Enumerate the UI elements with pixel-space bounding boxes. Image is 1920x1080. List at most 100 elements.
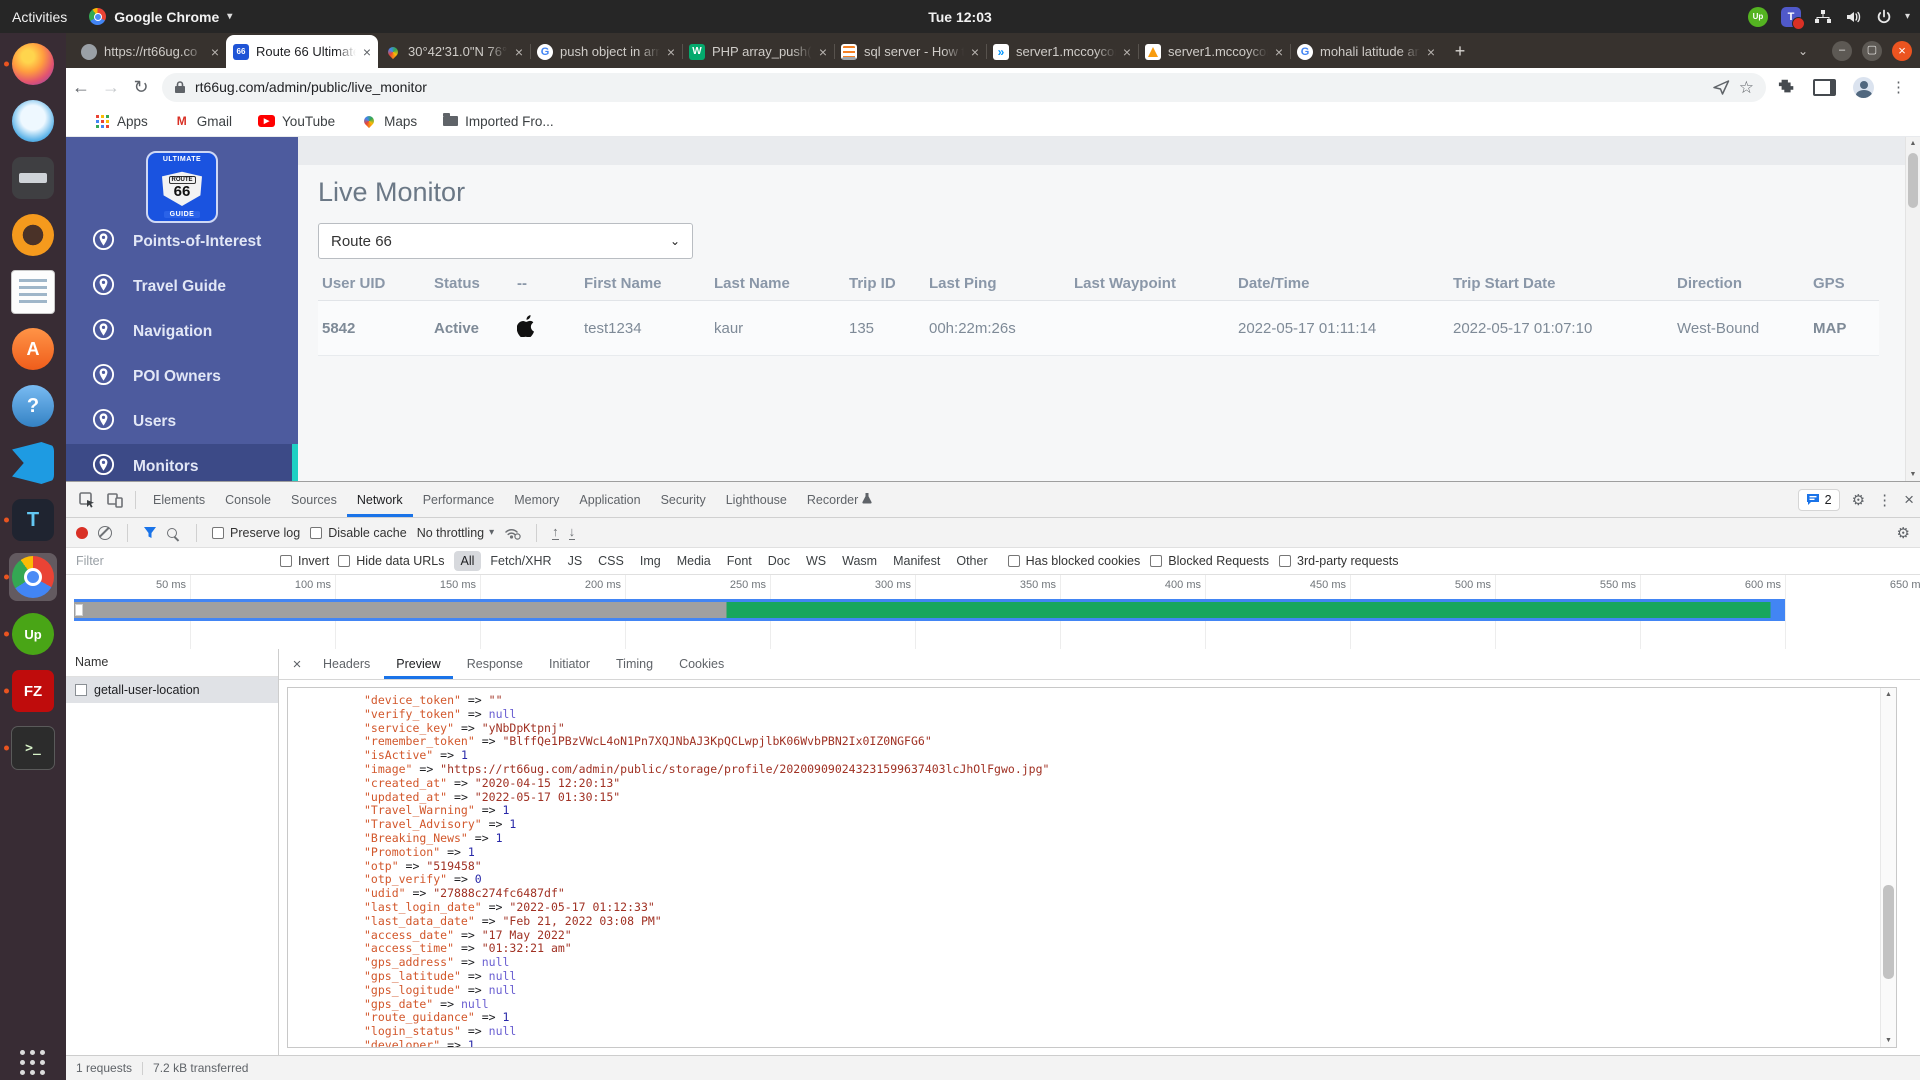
address-bar[interactable]: rt66ug.com/admin/public/live_monitor ☆ (162, 73, 1766, 102)
bookmark-gmail[interactable]: MGmail (174, 113, 232, 129)
devtools-tab-recorder[interactable]: Recorder (797, 482, 882, 517)
app-menu[interactable]: Google Chrome ▾ (89, 8, 232, 25)
bookmark-imported-fro-[interactable]: Imported Fro... (443, 114, 554, 129)
filter-checkbox--rd-party-requests[interactable]: 3rd-party requests (1279, 554, 1398, 568)
side-panel-icon[interactable] (1813, 79, 1836, 96)
chevron-down-icon[interactable]: ▾ (1905, 11, 1910, 22)
sidebar-item-poi-owners[interactable]: POI Owners (66, 354, 298, 399)
detail-tab-preview[interactable]: Preview (384, 649, 452, 679)
devtools-close-icon[interactable]: × (1904, 490, 1914, 510)
new-tab-button[interactable]: + (1446, 37, 1474, 65)
filter-funnel-icon[interactable] (143, 526, 157, 539)
bookmark-apps[interactable]: Apps (94, 113, 148, 129)
minimize-button[interactable]: – (1832, 41, 1852, 61)
filter-type-manifest[interactable]: Manifest (886, 551, 947, 571)
detail-tab-initiator[interactable]: Initiator (537, 649, 602, 679)
search-network-icon[interactable] (167, 528, 177, 538)
devtools-tab-lighthouse[interactable]: Lighthouse (716, 482, 797, 517)
photos-app-dock-icon[interactable] (2, 209, 64, 261)
devtools-settings-gear-icon[interactable]: ⚙ (1852, 491, 1865, 509)
browser-tab[interactable]: 66Route 66 Ultimate× (226, 35, 378, 68)
tab-close-icon[interactable]: × (363, 44, 371, 60)
devtools-tab-application[interactable]: Application (569, 482, 650, 517)
profile-avatar[interactable] (1853, 77, 1874, 98)
vscode-dock-icon[interactable] (2, 437, 64, 489)
devtools-menu-icon[interactable]: ⋮ (1877, 491, 1892, 509)
filter-type-all[interactable]: All (454, 551, 482, 571)
sidebar-item-points-of-interest[interactable]: Points-of-Interest (66, 219, 298, 264)
import-har-icon[interactable]: ↑ (552, 525, 559, 540)
sidebar-item-users[interactable]: Users (66, 399, 298, 444)
filter-type-wasm[interactable]: Wasm (835, 551, 884, 571)
network-icon[interactable] (1814, 9, 1832, 25)
record-network-log-icon[interactable] (76, 527, 88, 539)
browser-tab[interactable]: Gpush object in arr× (530, 35, 682, 68)
filter-checkbox-blocked-requests[interactable]: Blocked Requests (1150, 554, 1269, 568)
devtools-tab-security[interactable]: Security (651, 482, 716, 517)
inspect-element-icon[interactable] (74, 487, 100, 513)
teams-tray-icon[interactable]: T (1781, 7, 1801, 27)
browser-tab[interactable]: »server1.mccoycon× (986, 35, 1138, 68)
bookmark-youtube[interactable]: ▶YouTube (258, 114, 335, 129)
disable-cache-checkbox[interactable]: Disable cache (310, 526, 407, 540)
sidebar-item-travel-guide[interactable]: Travel Guide (66, 264, 298, 309)
filter-type-ws[interactable]: WS (799, 551, 833, 571)
tab-search-chevron-icon[interactable]: ⌄ (1798, 44, 1808, 58)
network-settings-gear-icon[interactable]: ⚙ (1897, 518, 1910, 547)
extensions-puzzle-icon[interactable] (1778, 78, 1796, 96)
docs-app-dock-icon[interactable] (2, 266, 64, 318)
clear-network-log-icon[interactable] (98, 526, 112, 540)
invert-checkbox[interactable]: Invert (280, 554, 329, 568)
mail-app-dock-icon[interactable] (2, 95, 64, 147)
scroll-down-icon[interactable]: ▼ (1881, 1037, 1896, 1044)
filter-checkbox-has-blocked-cookies[interactable]: Has blocked cookies (1008, 554, 1141, 568)
detail-tab-timing[interactable]: Timing (604, 649, 665, 679)
detail-tab-headers[interactable]: Headers (311, 649, 382, 679)
show-applications-button[interactable] (20, 1050, 46, 1076)
tab-close-icon[interactable]: × (971, 44, 979, 60)
network-conditions-icon[interactable] (504, 526, 521, 540)
clock[interactable]: Tue 12:03 (0, 0, 1920, 33)
scroll-up-icon[interactable]: ▲ (1881, 691, 1896, 698)
scrollbar-thumb[interactable] (1883, 885, 1894, 978)
upwork-dock-icon[interactable]: Up (2, 608, 64, 660)
volume-icon[interactable] (1845, 9, 1863, 25)
help-dock-icon[interactable]: ? (2, 380, 64, 432)
bookmark-star-icon[interactable]: ☆ (1739, 79, 1754, 96)
bookmark-maps[interactable]: Maps (361, 113, 417, 129)
lock-icon[interactable] (174, 80, 186, 94)
close-window-button[interactable]: × (1892, 41, 1912, 61)
filter-type-font[interactable]: Font (720, 551, 759, 571)
tab-close-icon[interactable]: × (1123, 44, 1131, 60)
devtools-tab-console[interactable]: Console (215, 482, 281, 517)
network-overview-timeline[interactable]: 50 ms100 ms150 ms200 ms250 ms300 ms350 m… (66, 575, 1920, 650)
ubuntu-software-dock-icon[interactable]: A (2, 323, 64, 375)
filter-type-css[interactable]: CSS (591, 551, 631, 571)
preserve-log-checkbox[interactable]: Preserve log (212, 526, 300, 540)
maximize-button[interactable]: ▢ (1862, 41, 1882, 61)
send-to-device-icon[interactable] (1713, 80, 1730, 95)
firefox-dock-icon[interactable] (2, 38, 64, 90)
sidebar-item-monitors[interactable]: Monitors (66, 444, 298, 481)
devtools-tab-elements[interactable]: Elements (143, 482, 215, 517)
tab-close-icon[interactable]: × (515, 44, 523, 60)
browser-tab[interactable]: https://rt66ug.co× (74, 35, 226, 68)
tab-close-icon[interactable]: × (1427, 44, 1435, 60)
teams-app-dock-icon[interactable]: T (2, 494, 64, 546)
filter-type-media[interactable]: Media (670, 551, 718, 571)
filter-type-fetch-xhr[interactable]: Fetch/XHR (483, 551, 558, 571)
activities-button[interactable]: Activities (12, 9, 67, 25)
close-detail-icon[interactable]: × (285, 656, 309, 673)
browser-menu-icon[interactable]: ⋮ (1891, 78, 1906, 96)
devtools-tab-network[interactable]: Network (347, 482, 413, 517)
detail-tab-cookies[interactable]: Cookies (667, 649, 736, 679)
export-har-icon[interactable]: ↓ (569, 525, 576, 540)
detail-tab-response[interactable]: Response (455, 649, 535, 679)
back-button[interactable]: ← (66, 77, 96, 98)
power-icon[interactable] (1876, 9, 1892, 25)
terminal-dock-icon[interactable]: >_ (2, 722, 64, 774)
preview-content-box[interactable]: "device_token" => """verify_token" => nu… (287, 687, 1897, 1048)
hide-data-urls-checkbox[interactable]: Hide data URLs (338, 554, 444, 568)
route-select[interactable]: Route 66 ⌄ (318, 223, 693, 259)
devtools-tab-performance[interactable]: Performance (413, 482, 505, 517)
